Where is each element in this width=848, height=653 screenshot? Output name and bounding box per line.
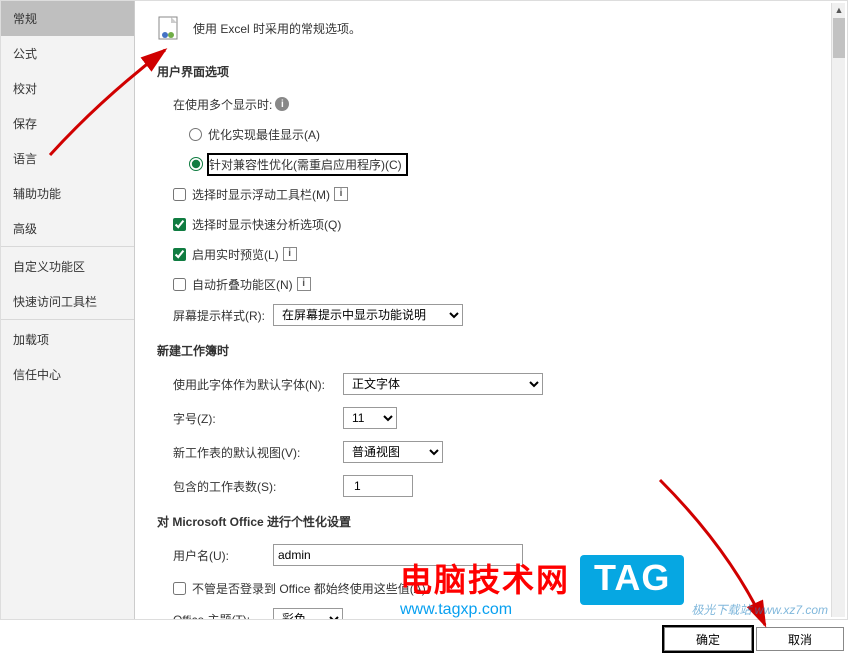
scrollbar-vertical[interactable]: ▲ [831,3,845,617]
sidebar-item-formulas[interactable]: 公式 [1,36,134,71]
radio-optimize-compat-label: 针对兼容性优化(需重启应用程序)(C) [209,158,402,172]
sidebar-item-customize-ribbon[interactable]: 自定义功能区 [1,249,134,284]
sidebar-item-save[interactable]: 保存 [1,106,134,141]
section-title-personalize: 对 Microsoft Office 进行个性化设置 [157,513,825,530]
sidebar-item-trust-center[interactable]: 信任中心 [1,357,134,392]
checkbox-always-use[interactable] [173,582,186,595]
multi-monitor-label: 在使用多个显示时: [173,96,272,113]
scrollbar-up-arrow-icon[interactable]: ▲ [832,3,846,17]
office-theme-select[interactable]: 彩色 [273,608,343,619]
info-icon[interactable]: i [275,97,289,111]
username-input[interactable] [273,544,523,566]
excel-options-icon [157,15,183,41]
sidebar-item-advanced[interactable]: 高级 [1,211,134,247]
sidebar-item-addins[interactable]: 加载项 [1,322,134,357]
scrollbar-thumb[interactable] [833,18,845,58]
checkbox-float-toolbar-label: 选择时显示浮动工具栏(M) [192,186,330,203]
checkbox-live-preview[interactable] [173,248,186,261]
sidebar-item-quick-access[interactable]: 快速访问工具栏 [1,284,134,320]
sidebar-item-language[interactable]: 语言 [1,141,134,176]
default-view-label: 新工作表的默认视图(V): [173,444,343,461]
font-size-select[interactable]: 11 [343,407,397,429]
radio-optimize-best[interactable] [189,128,202,141]
info-icon[interactable]: i [334,187,348,201]
sheet-count-label: 包含的工作表数(S): [173,478,343,495]
dialog-button-bar: 确定 取消 [664,627,844,651]
office-theme-label: Office 主题(T): [173,611,273,620]
default-view-select[interactable]: 普通视图 [343,441,443,463]
section-title-new-workbook: 新建工作簿时 [157,342,825,359]
radio-optimize-best-label: 优化实现最佳显示(A) [208,126,320,143]
default-font-select[interactable]: 正文字体 [343,373,543,395]
sheet-count-input[interactable] [343,475,413,497]
checkbox-collapse-ribbon-label: 自动折叠功能区(N) [192,276,293,293]
ok-button[interactable]: 确定 [664,627,752,651]
checkbox-quick-analysis-label: 选择时显示快速分析选项(Q) [192,216,341,233]
sidebar-item-accessibility[interactable]: 辅助功能 [1,176,134,211]
screentip-style-select[interactable]: 在屏幕提示中显示功能说明 [273,304,463,326]
screentip-style-label: 屏幕提示样式(R): [173,307,273,324]
section-title-ui-options: 用户界面选项 [157,63,825,80]
username-label: 用户名(U): [173,547,273,564]
cancel-button[interactable]: 取消 [756,627,844,651]
checkbox-always-use-label: 不管是否登录到 Office 都始终使用这些值(A)。 [192,580,438,597]
sidebar-item-proofing[interactable]: 校对 [1,71,134,106]
radio-optimize-compat[interactable] [189,157,203,171]
header-intro: 使用 Excel 时采用的常规选项。 [193,20,361,37]
sidebar: 常规 公式 校对 保存 语言 辅助功能 高级 自定义功能区 快速访问工具栏 加载… [1,1,135,619]
checkbox-quick-analysis[interactable] [173,218,186,231]
sidebar-item-general[interactable]: 常规 [1,1,134,36]
info-icon[interactable]: i [297,277,311,291]
main-panel: 使用 Excel 时采用的常规选项。 用户界面选项 在使用多个显示时: i 优化… [135,1,847,619]
info-icon[interactable]: i [283,247,297,261]
checkbox-float-toolbar[interactable] [173,188,186,201]
checkbox-collapse-ribbon[interactable] [173,278,186,291]
checkbox-live-preview-label: 启用实时预览(L) [192,246,279,263]
font-size-label: 字号(Z): [173,410,343,427]
default-font-label: 使用此字体作为默认字体(N): [173,376,343,393]
